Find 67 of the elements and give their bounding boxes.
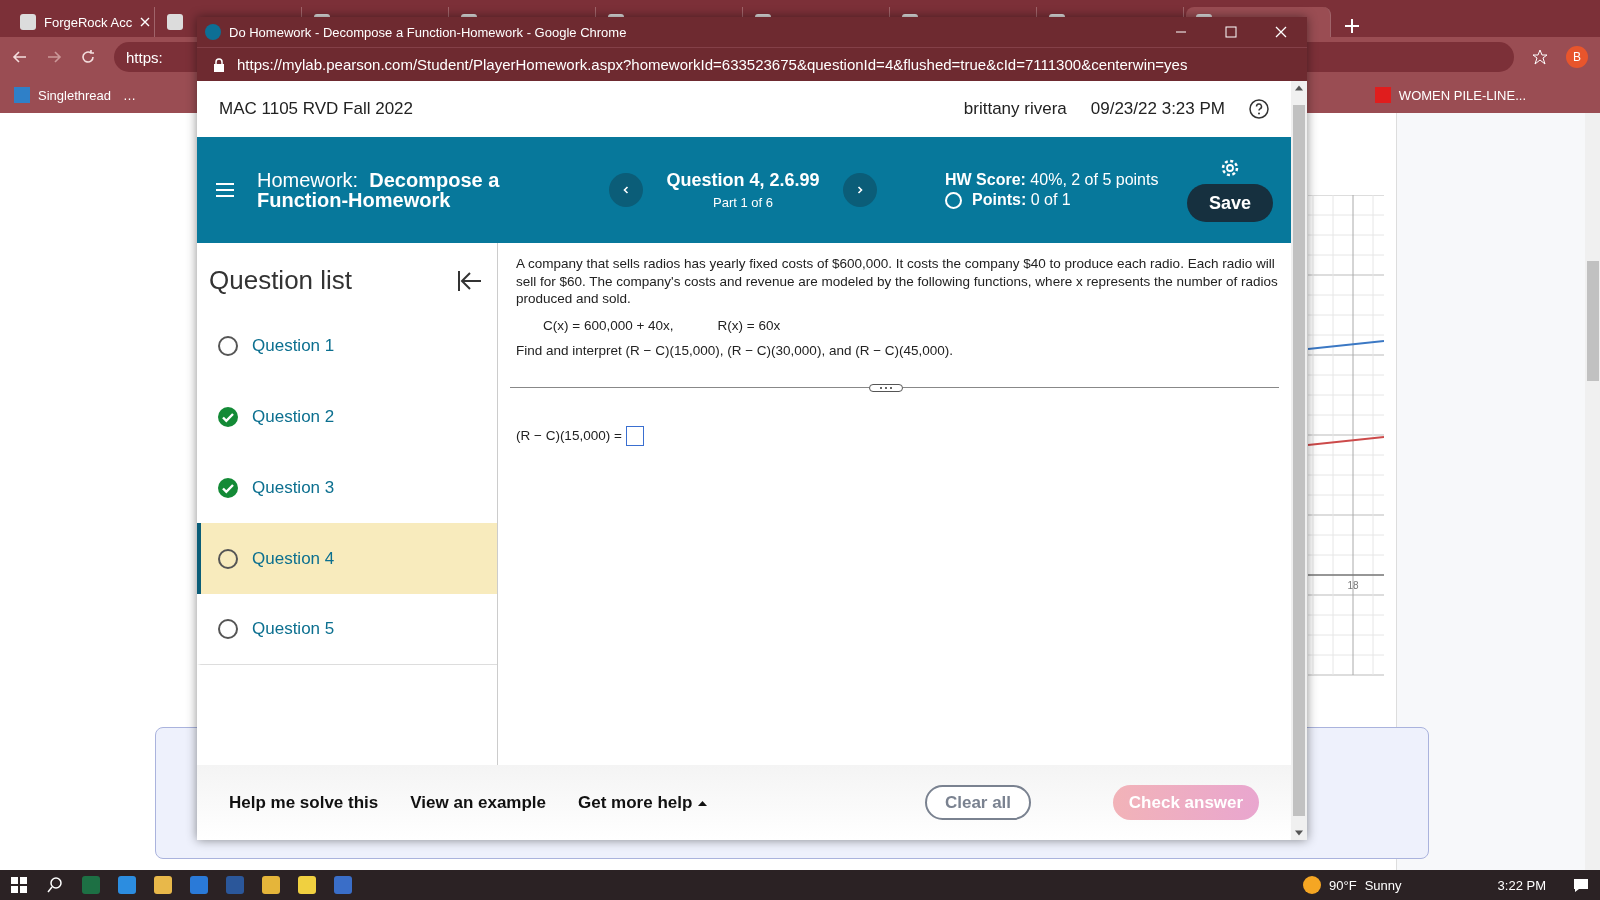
- caret-icon: [698, 799, 708, 806]
- new-tab-icon[interactable]: [1345, 19, 1359, 33]
- question-item[interactable]: Question 4: [197, 523, 497, 594]
- bookmark[interactable]: WOMEN PILE-LINE...: [1374, 87, 1526, 103]
- part-indicator: Part 1 of 6: [712, 195, 774, 210]
- close-icon[interactable]: [140, 17, 151, 27]
- date-time: 09/23/22 3:23 PM: [1090, 99, 1225, 119]
- bookmark[interactable]: Singlethread: [14, 87, 111, 103]
- settings-icon[interactable]: [1220, 158, 1240, 178]
- question-number: Question 4, 2.6.99: [665, 170, 821, 191]
- temperature[interactable]: 90°F: [1329, 877, 1357, 893]
- chevron-left-icon: [621, 185, 631, 195]
- lock-icon: [211, 56, 227, 73]
- back-icon[interactable]: [12, 49, 28, 65]
- app-logo-icon: [205, 24, 221, 40]
- notification-icon[interactable]: [1572, 876, 1590, 894]
- hw-score: HW Score: 40%, 2 of 5 points: [945, 170, 1159, 190]
- clock[interactable]: 3:22 PM: [1497, 877, 1546, 893]
- question-item[interactable]: Question 2: [197, 381, 497, 452]
- checkmark-icon: [218, 477, 238, 498]
- course-title: MAC 1105 RVD Fall 2022: [219, 99, 414, 119]
- circle-icon: [218, 619, 238, 639]
- close-icon[interactable]: [1273, 24, 1289, 40]
- scrollbar-thumb[interactable]: [1586, 261, 1599, 381]
- graph-drawing: 18: [1308, 195, 1384, 685]
- help-link[interactable]: View an example: [410, 792, 547, 813]
- circle-icon: [218, 548, 238, 569]
- equation: C(x) = 600,000 + 40x,: [543, 317, 674, 333]
- expand-icon[interactable]: [868, 383, 903, 392]
- weather-icon: [1303, 876, 1322, 894]
- circle-icon: [945, 191, 962, 209]
- window-title: Do Homework - Decompose a Function-Homework - Google Chrome: [229, 24, 627, 40]
- clear-all-button[interactable]: Clear all: [925, 785, 1031, 820]
- windows-icon[interactable]: [10, 876, 28, 894]
- circle-icon: [218, 335, 238, 356]
- question-item[interactable]: Question 5: [197, 594, 497, 665]
- profile-avatar[interactable]: B: [1566, 46, 1588, 68]
- question-list-title: Question list: [209, 265, 353, 296]
- user-name: brittany rivera: [963, 99, 1067, 119]
- problem-text: A company that sells radios has yearly fixed costs of $600,000. It costs the company $40 to produce each radio. Each radio will sell for $60. The company's costs and revenue are modeled by the following functions, where x represents the number of radios produced and sold.: [516, 255, 1279, 308]
- scroll-up-icon[interactable]: [1295, 85, 1303, 91]
- question-item[interactable]: Question 1: [197, 310, 497, 381]
- weather-condition[interactable]: Sunny: [1364, 877, 1402, 893]
- equation: R(x) = 60x: [717, 317, 781, 333]
- menu-icon[interactable]: [215, 182, 235, 198]
- scrollbar-thumb[interactable]: [1293, 105, 1305, 816]
- forward-icon[interactable]: [46, 49, 62, 65]
- collapse-icon[interactable]: [457, 269, 483, 292]
- scroll-down-icon[interactable]: [1295, 830, 1303, 836]
- checkmark-icon: [218, 406, 238, 427]
- help-icon[interactable]: [1249, 99, 1269, 119]
- help-link[interactable]: Get more help: [578, 792, 708, 813]
- store-icon: [1374, 87, 1391, 103]
- search-icon[interactable]: [46, 876, 64, 894]
- bookmark[interactable]: …: [123, 87, 136, 103]
- help-link[interactable]: Help me solve this: [229, 792, 379, 813]
- reload-icon[interactable]: [80, 49, 96, 65]
- points-text: Points: 0 of 1: [972, 190, 1071, 210]
- star-icon[interactable]: [1532, 49, 1548, 65]
- chevron-right-icon: [855, 185, 865, 195]
- save-button[interactable]: Save: [1187, 184, 1273, 222]
- answer-label: (R − C)(15,000) =: [516, 428, 622, 443]
- maximize-icon[interactable]: [1223, 24, 1239, 40]
- homework-title: Homework: Decompose a Function-Homework: [257, 170, 501, 210]
- answer-box[interactable]: [625, 425, 644, 446]
- question-item[interactable]: Question 3: [197, 452, 497, 523]
- problem-prompt: Find and interpret (R − C)(15,000), (R − C)(30,000), and (R − C)(45,000).: [516, 342, 955, 358]
